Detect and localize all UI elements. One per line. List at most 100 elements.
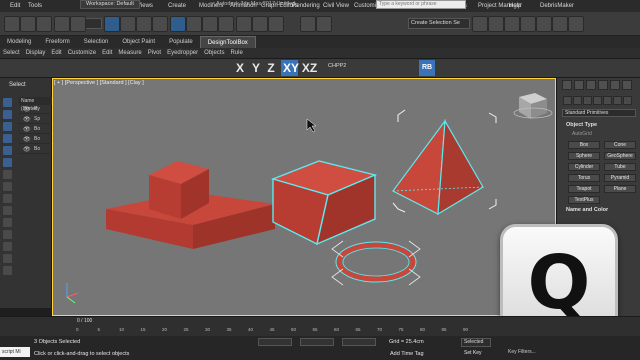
move-icon[interactable] xyxy=(170,16,186,32)
autogrid-checkbox[interactable]: AutoGrid xyxy=(572,131,592,137)
eye-icon[interactable]: 👁 xyxy=(23,116,31,123)
unlink-icon[interactable] xyxy=(54,16,70,32)
create-selection-set-dropdown[interactable]: Create Selection Se xyxy=(408,18,470,29)
viewport-label[interactable]: [ + ] [Perspective ] [Standard ] [Clay ] xyxy=(54,80,144,86)
filter-all-icon[interactable] xyxy=(3,242,12,251)
rb-button[interactable]: RB xyxy=(419,60,435,76)
percent-snap-icon[interactable] xyxy=(268,16,284,32)
scene-row[interactable]: 👁 Bo xyxy=(19,126,52,134)
bind-icon[interactable] xyxy=(70,16,86,32)
explorer-menu-item[interactable]: Eyedropper xyxy=(164,50,201,56)
axis-y-button[interactable]: Y xyxy=(250,60,262,76)
spacewarps-icon[interactable] xyxy=(613,96,622,105)
create-textplus-button[interactable]: TextPlus xyxy=(568,196,600,204)
selected-box-object[interactable] xyxy=(270,160,378,246)
create-tube-button[interactable]: Tube xyxy=(604,163,636,171)
scene-row[interactable]: 👁 Py xyxy=(19,106,52,114)
scene-row[interactable]: 👁 Sp xyxy=(19,116,52,124)
filter-xrefs-icon[interactable] xyxy=(3,182,12,191)
create-geosphere-button[interactable]: GeoSphere xyxy=(604,152,636,160)
snap-icon[interactable] xyxy=(236,16,252,32)
chpp-button[interactable]: CHPP2 xyxy=(328,63,346,69)
material-icon[interactable] xyxy=(520,16,536,32)
render-setup-icon[interactable] xyxy=(536,16,552,32)
link-icon[interactable] xyxy=(36,16,52,32)
menu-item[interactable]: Help xyxy=(503,3,527,9)
filter-containers-icon[interactable] xyxy=(3,206,12,215)
curve-editor-icon[interactable] xyxy=(488,16,504,32)
cameras-icon[interactable] xyxy=(593,96,602,105)
render-icon[interactable] xyxy=(568,16,584,32)
select-by-name-icon[interactable] xyxy=(120,16,136,32)
pivot-icon[interactable] xyxy=(218,16,234,32)
maxscript-listener-input[interactable]: script Mi xyxy=(0,347,30,357)
x-coordinate-field[interactable] xyxy=(258,338,292,346)
explorer-menu-item[interactable]: Display xyxy=(23,50,49,56)
create-cone-button[interactable]: Cone xyxy=(604,141,636,149)
key-mode-dropdown[interactable]: Selected xyxy=(461,338,491,347)
create-box-button[interactable]: Box xyxy=(568,141,600,149)
explorer-menu-item[interactable]: Edit xyxy=(99,50,115,56)
explorer-menu-item[interactable]: Select xyxy=(0,50,23,56)
y-coordinate-field[interactable] xyxy=(300,338,334,346)
hierarchy-tab-icon[interactable] xyxy=(586,80,596,90)
eye-icon[interactable]: 👁 xyxy=(23,136,31,143)
render-frame-icon[interactable] xyxy=(552,16,568,32)
filter-hidden-icon[interactable] xyxy=(3,230,12,239)
explorer-menu-item[interactable]: Edit xyxy=(48,50,64,56)
filter-none-icon[interactable] xyxy=(3,254,12,263)
create-cylinder-button[interactable]: Cylinder xyxy=(568,163,600,171)
name-color-header[interactable]: Name and Color xyxy=(566,207,608,213)
modify-tab-icon[interactable] xyxy=(574,80,584,90)
axis-x-button[interactable]: X xyxy=(234,60,246,76)
primitive-type-dropdown[interactable]: Standard Primitives xyxy=(562,109,636,117)
geometry-icon[interactable] xyxy=(563,96,572,105)
explorer-menu-item[interactable]: Pivot xyxy=(145,50,164,56)
filter-helpers-icon[interactable] xyxy=(3,146,12,155)
workspace-dropdown[interactable]: Workspace: Default xyxy=(80,0,140,9)
filter-groups-icon[interactable] xyxy=(3,170,12,179)
display-tab-icon[interactable] xyxy=(610,80,620,90)
filter-bones-icon[interactable] xyxy=(3,194,12,203)
explorer-menu-item[interactable]: Rule xyxy=(227,50,245,56)
filter-invert-icon[interactable] xyxy=(3,266,12,275)
explorer-menu-item[interactable]: Customize xyxy=(65,50,99,56)
viewcube-icon[interactable] xyxy=(513,93,553,119)
object-type-header[interactable]: Object Type xyxy=(566,122,597,128)
motion-tab-icon[interactable] xyxy=(598,80,608,90)
utilities-tab-icon[interactable] xyxy=(622,80,632,90)
create-pyramid-button[interactable]: Pyramid xyxy=(604,174,636,182)
rotate-icon[interactable] xyxy=(186,16,202,32)
ribbon-tab[interactable]: DesignToolBox xyxy=(199,36,256,48)
ribbon-tab[interactable]: Object Paint xyxy=(115,36,162,48)
create-teapot-button[interactable]: Teapot xyxy=(568,185,600,193)
create-sphere-button[interactable]: Sphere xyxy=(568,152,600,160)
z-coordinate-field[interactable] xyxy=(342,338,376,346)
eye-icon[interactable]: 👁 xyxy=(23,126,31,133)
ribbon-tab[interactable]: Freeform xyxy=(38,36,76,48)
undo-icon[interactable] xyxy=(4,16,20,32)
shapes-icon[interactable] xyxy=(573,96,582,105)
search-input[interactable]: Type a keyword or phrase xyxy=(376,0,466,9)
create-tab-icon[interactable] xyxy=(562,80,572,90)
helpers-icon[interactable] xyxy=(603,96,612,105)
perspective-viewport[interactable] xyxy=(52,78,556,316)
pyramid-object[interactable] xyxy=(392,118,484,216)
create-plane-button[interactable]: Plane xyxy=(604,185,636,193)
create-torus-button[interactable]: Torus xyxy=(568,174,600,182)
scene-row[interactable]: 👁 Bo xyxy=(19,146,52,154)
align-icon[interactable] xyxy=(316,16,332,32)
scale-icon[interactable] xyxy=(202,16,218,32)
axis-xz-button[interactable]: XZ xyxy=(301,60,318,76)
torus-object[interactable] xyxy=(331,240,421,286)
select-icon[interactable] xyxy=(104,16,120,32)
add-time-tag-button[interactable]: Add Time Tag xyxy=(390,351,424,357)
menu-item[interactable]: Tools xyxy=(22,3,48,9)
axis-z-button[interactable]: Z xyxy=(265,60,277,76)
explorer-menu-item[interactable]: Measure xyxy=(115,50,144,56)
schematic-icon[interactable] xyxy=(504,16,520,32)
layer-icon[interactable] xyxy=(472,16,488,32)
scene-row[interactable]: 👁 Bo xyxy=(19,136,52,144)
redo-icon[interactable] xyxy=(20,16,36,32)
menu-item[interactable]: Create xyxy=(162,3,192,9)
